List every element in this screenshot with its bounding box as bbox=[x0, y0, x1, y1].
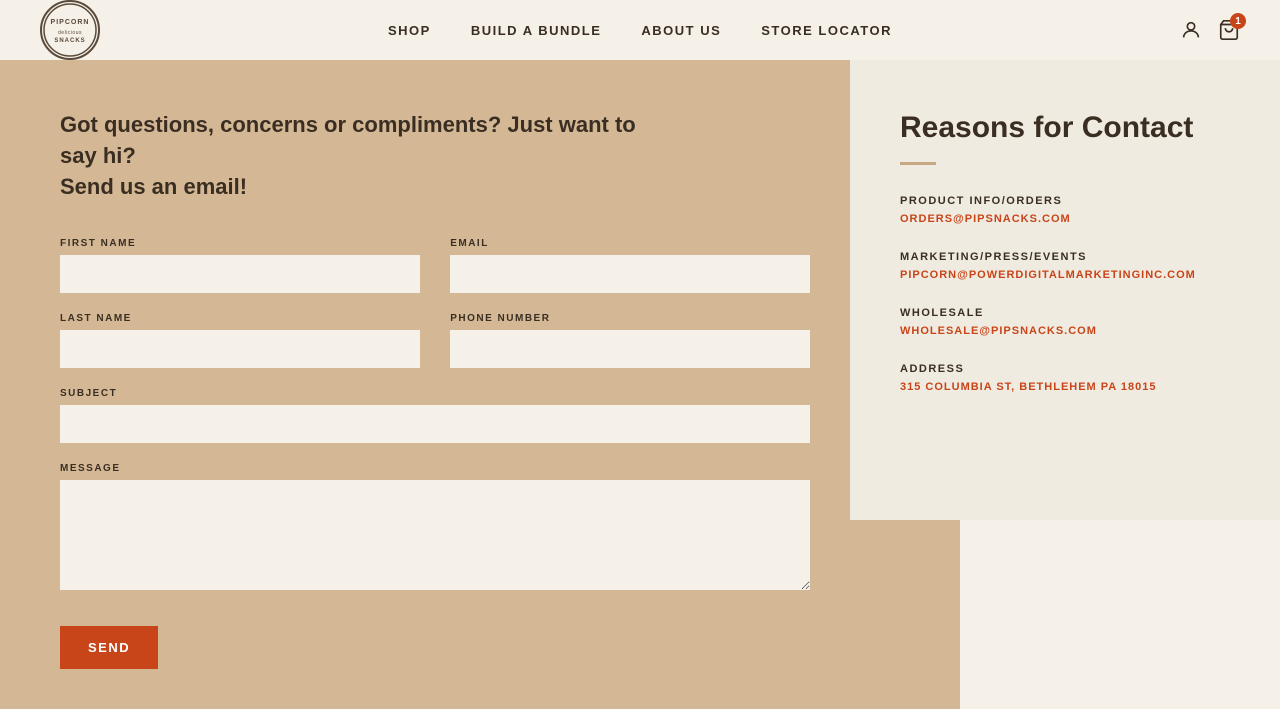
nav-bundle[interactable]: BUILD A BUNDLE bbox=[471, 23, 602, 38]
header-icons: 1 bbox=[1180, 19, 1240, 41]
first-name-label: FIRST NAME bbox=[60, 238, 420, 249]
svg-text:SNACKS: SNACKS bbox=[54, 38, 85, 44]
marketing-email-link[interactable]: PIPCORN@POWERDIGITALMARKETINGINC.COM bbox=[900, 269, 1196, 281]
contact-item-wholesale: WHOLESALE WHOLESALE@PIPSNACKS.COM bbox=[900, 307, 1230, 337]
contact-item-address: ADDRESS 315 COLUMBIA ST, BETHLEHEM PA 18… bbox=[900, 363, 1230, 393]
message-label: MESSAGE bbox=[60, 463, 810, 474]
contact-card-title: Reasons for Contact bbox=[900, 110, 1230, 146]
contact-item-marketing: MARKETING/PRESS/EVENTS PIPCORN@POWERDIGI… bbox=[900, 251, 1230, 281]
contact-value-marketing[interactable]: PIPCORN@POWERDIGITALMARKETINGINC.COM bbox=[900, 269, 1230, 281]
phone-group: PHONE NUMBER bbox=[450, 313, 810, 368]
main-nav: SHOP BUILD A BUNDLE ABOUT US STORE LOCAT… bbox=[388, 23, 892, 38]
svg-text:PIPCORN: PIPCORN bbox=[51, 19, 90, 26]
last-name-group: LAST NAME bbox=[60, 313, 420, 368]
form-row-subject: SUBJECT bbox=[60, 388, 810, 443]
message-group: MESSAGE bbox=[60, 463, 810, 590]
account-button[interactable] bbox=[1180, 19, 1202, 41]
wholesale-email-link[interactable]: WHOLESALE@PIPSNACKS.COM bbox=[900, 325, 1097, 337]
nav-shop[interactable]: SHOP bbox=[388, 23, 431, 38]
subject-input[interactable] bbox=[60, 405, 810, 443]
send-button[interactable]: SEND bbox=[60, 626, 158, 669]
svg-text:delicious: delicious bbox=[58, 30, 82, 36]
contact-label-address: ADDRESS bbox=[900, 363, 1230, 375]
form-row-name: FIRST NAME EMAIL bbox=[60, 238, 810, 293]
first-name-input[interactable] bbox=[60, 255, 420, 293]
subject-label: SUBJECT bbox=[60, 388, 810, 399]
contact-item-orders: PRODUCT INFO/ORDERS ORDERS@PIPSNACKS.COM bbox=[900, 195, 1230, 225]
form-row-message: MESSAGE bbox=[60, 463, 810, 590]
form-row-last-phone: LAST NAME PHONE NUMBER bbox=[60, 313, 810, 368]
contact-label-marketing: MARKETING/PRESS/EVENTS bbox=[900, 251, 1230, 263]
contact-value-wholesale[interactable]: WHOLESALE@PIPSNACKS.COM bbox=[900, 325, 1230, 337]
last-name-label: LAST NAME bbox=[60, 313, 420, 324]
contact-label-wholesale: WHOLESALE bbox=[900, 307, 1230, 319]
nav-about[interactable]: ABOUT US bbox=[641, 23, 721, 38]
email-label: EMAIL bbox=[450, 238, 810, 249]
nav-store-locator[interactable]: STORE LOCATOR bbox=[761, 23, 892, 38]
first-name-group: FIRST NAME bbox=[60, 238, 420, 293]
orders-email-link[interactable]: ORDERS@PIPSNACKS.COM bbox=[900, 213, 1071, 225]
email-group: EMAIL bbox=[450, 238, 810, 293]
contact-card: Reasons for Contact PRODUCT INFO/ORDERS … bbox=[850, 60, 1280, 520]
contact-form-section: Got questions, concerns or compliments? … bbox=[0, 60, 870, 709]
contact-label-orders: PRODUCT INFO/ORDERS bbox=[900, 195, 1230, 207]
message-textarea[interactable] bbox=[60, 480, 810, 590]
contact-value-address: 315 COLUMBIA ST, BETHLEHEM PA 18015 bbox=[900, 381, 1230, 393]
contact-value-orders[interactable]: ORDERS@PIPSNACKS.COM bbox=[900, 213, 1230, 225]
site-header: PIPCORN delicious SNACKS SHOP BUILD A BU… bbox=[0, 0, 1280, 60]
logo[interactable]: PIPCORN delicious SNACKS bbox=[40, 0, 100, 60]
subject-group: SUBJECT bbox=[60, 388, 810, 443]
logo-circle: PIPCORN delicious SNACKS bbox=[40, 0, 100, 60]
cart-badge: 1 bbox=[1230, 13, 1246, 29]
contact-form: FIRST NAME EMAIL LAST NAME PHONE NUMBER bbox=[60, 238, 810, 669]
phone-label: PHONE NUMBER bbox=[450, 313, 810, 324]
email-input[interactable] bbox=[450, 255, 810, 293]
cart-button[interactable]: 1 bbox=[1218, 19, 1240, 41]
card-divider bbox=[900, 162, 936, 165]
main-content: Got questions, concerns or compliments? … bbox=[0, 60, 1280, 709]
phone-input[interactable] bbox=[450, 330, 810, 368]
last-name-input[interactable] bbox=[60, 330, 420, 368]
page-headline: Got questions, concerns or compliments? … bbox=[60, 110, 660, 202]
